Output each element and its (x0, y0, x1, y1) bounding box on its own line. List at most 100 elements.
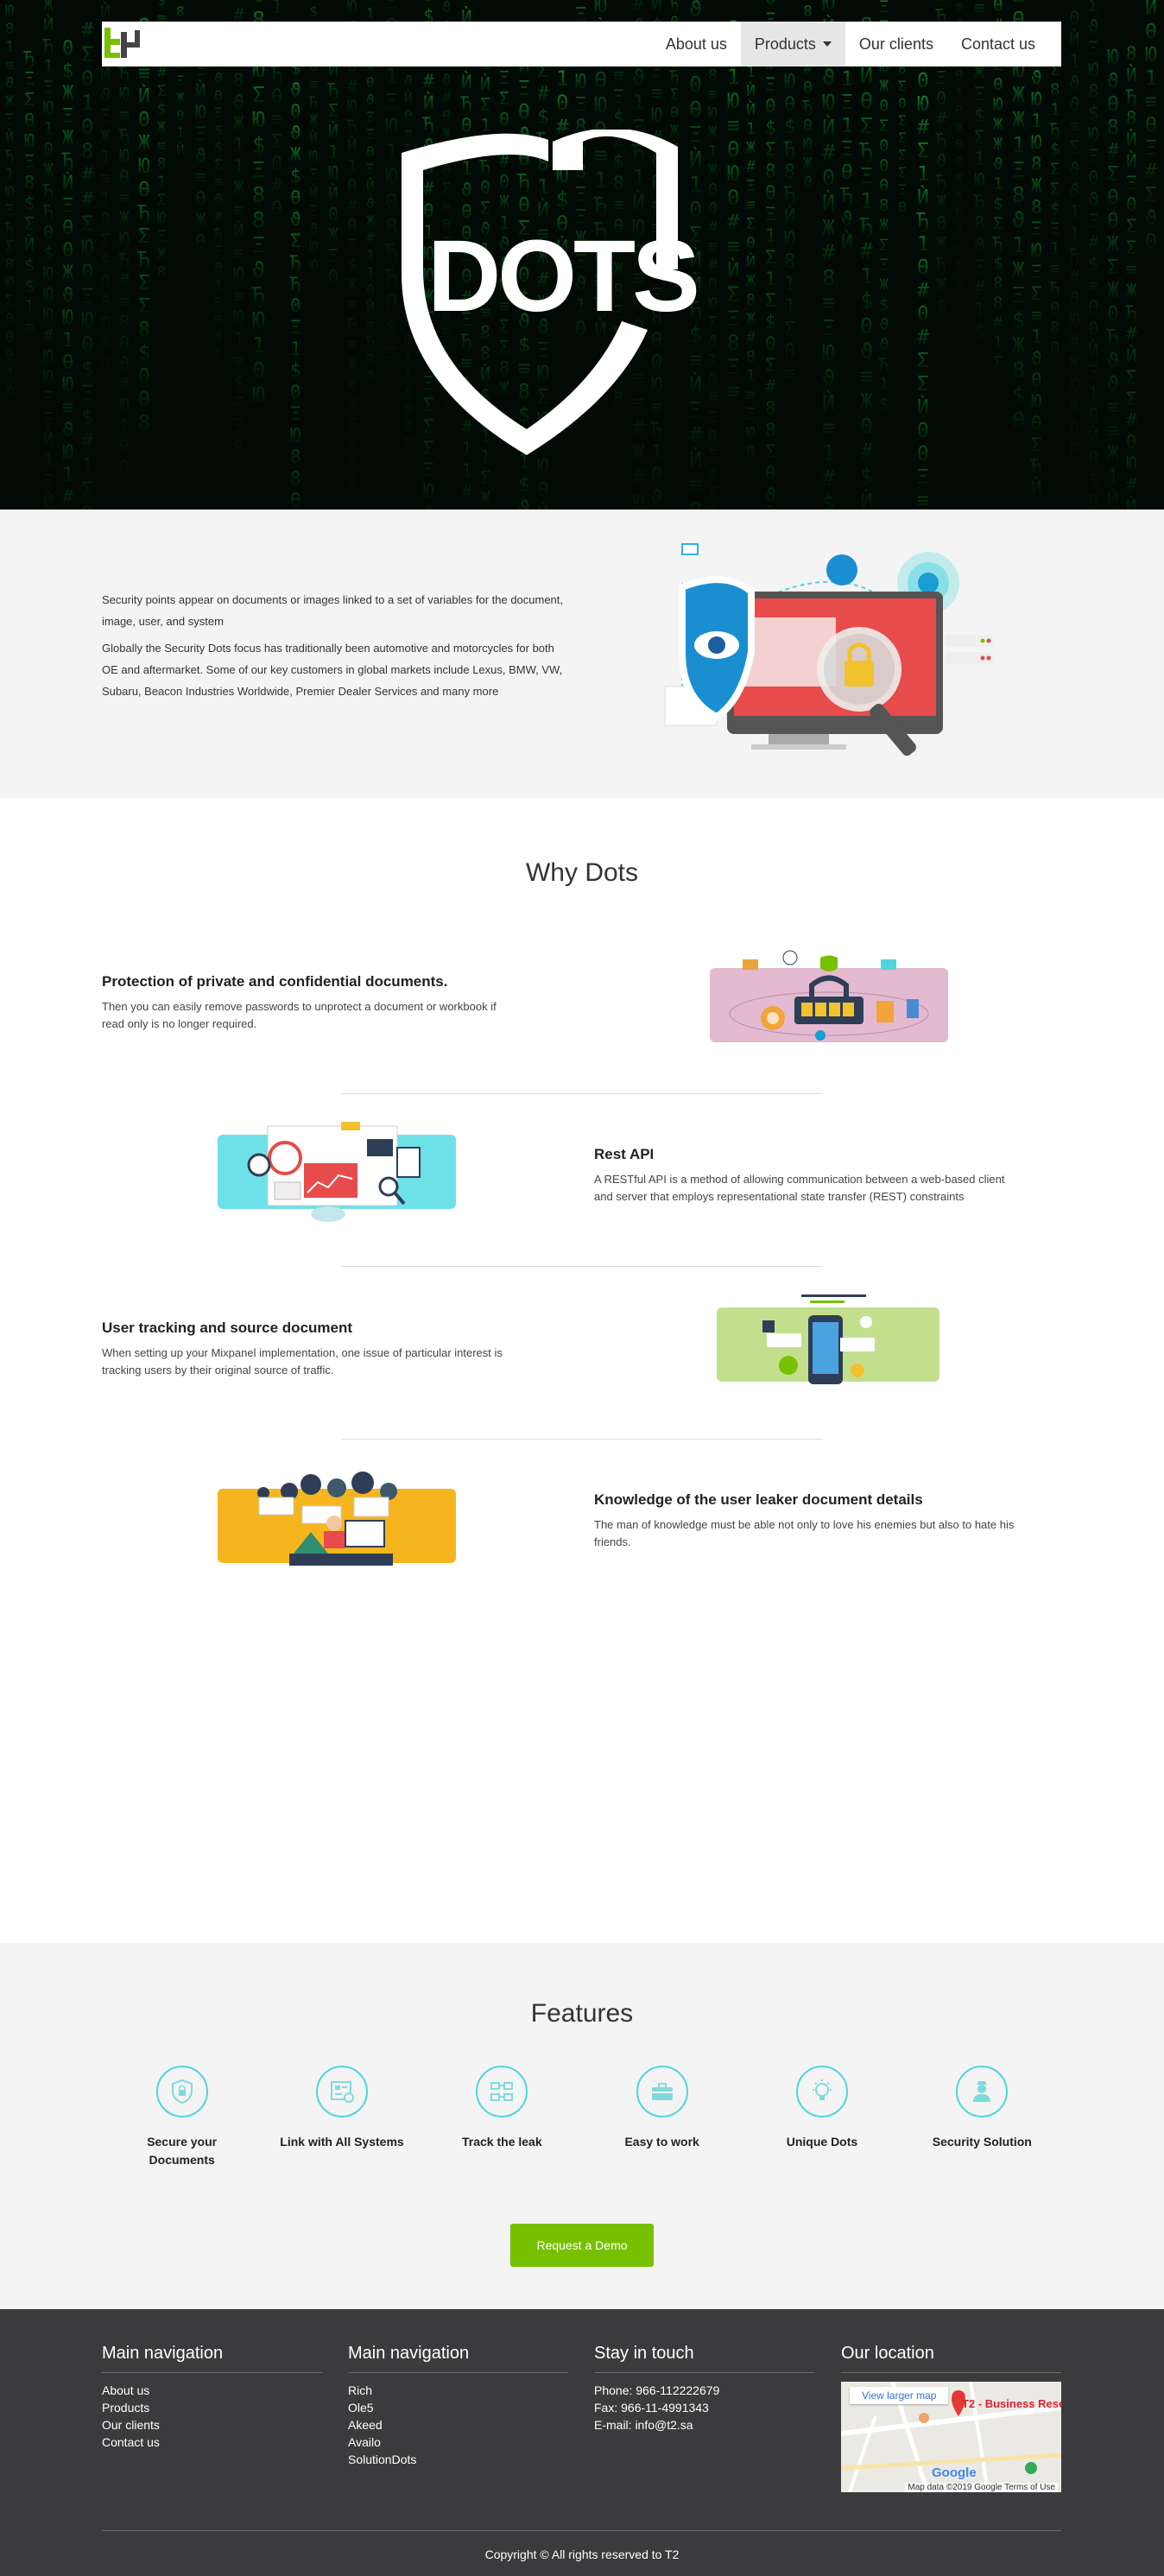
svg-text:$: $ (784, 117, 795, 138)
svg-text:$: $ (613, 108, 624, 129)
svg-text:ϑ: ϑ (1069, 73, 1080, 93)
svg-text:#: # (81, 18, 94, 42)
svg-text:Ɵ: Ɵ (993, 0, 1003, 15)
svg-text:Ж: Ж (366, 212, 375, 229)
svg-text:ϑ: ϑ (765, 484, 776, 505)
nav-our-clients[interactable]: Our clients (845, 22, 947, 66)
svg-text:Ж: Ж (1107, 233, 1119, 256)
footer-main-navigation: Main navigation About us Products Our cl… (102, 2344, 322, 2451)
location-map[interactable]: View larger map T2 - Business Rese and D… (841, 2382, 1061, 2492)
footer-email[interactable]: E-mail: info@t2.sa (594, 2416, 814, 2434)
footer-link-about-us[interactable]: About us (102, 2382, 322, 2399)
svg-text:0: 0 (917, 420, 929, 442)
nav-products-dropdown[interactable]: Products (740, 22, 845, 66)
svg-text:0: 0 (1107, 303, 1119, 326)
footer-link-solutiondots[interactable]: SolutionDots (348, 2451, 568, 2468)
svg-text:Ю: Ю (917, 93, 929, 116)
svg-text:$: $ (537, 106, 549, 129)
svg-text:$: $ (708, 465, 718, 484)
svg-text:Σ: Σ (898, 112, 907, 129)
svg-text:Σ: Σ (879, 117, 889, 136)
map-attribution[interactable]: Map data ©2019 Google Terms of Use (905, 2483, 1058, 2492)
lightbulb-icon (795, 2066, 848, 2117)
svg-text:Ɵ: Ɵ (670, 104, 679, 122)
svg-text:1: 1 (1069, 202, 1080, 223)
svg-text:1: 1 (81, 453, 93, 478)
footer-products-navigation: Main navigation Rich Ole5 Akeed Availo S… (348, 2344, 568, 2468)
svg-text:0: 0 (233, 437, 244, 458)
svg-text:1: 1 (81, 91, 93, 115)
svg-text:8: 8 (119, 457, 130, 478)
svg-text:≡: ≡ (233, 286, 244, 307)
svg-text:Ђ: Ђ (992, 234, 1003, 253)
footer-link-availo[interactable]: Availo (348, 2434, 568, 2451)
svg-text:Ξ: Ξ (24, 68, 35, 89)
footer-link-rich[interactable]: Rich (348, 2382, 568, 2399)
svg-text:#: # (1145, 161, 1157, 183)
request-demo-button[interactable]: Request a Demo (510, 2224, 654, 2267)
svg-text:≡: ≡ (1145, 91, 1157, 113)
svg-text:ϑ: ϑ (195, 145, 206, 166)
svg-text:Ђ: Ђ (973, 192, 985, 212)
svg-text:Σ: Σ (898, 130, 907, 146)
svg-text:Ɵ: Ɵ (879, 176, 889, 195)
svg-text:#: # (936, 109, 946, 130)
svg-text:8: 8 (252, 182, 265, 207)
svg-text:1: 1 (860, 263, 873, 288)
svg-text:ϑ: ϑ (1069, 94, 1080, 115)
svg-text:#: # (461, 482, 472, 503)
svg-text:$: $ (214, 139, 223, 155)
svg-text:ϑ: ϑ (404, 73, 413, 89)
svg-text:Ж: Ж (1012, 332, 1025, 358)
svg-text:Ξ: Ξ (1050, 219, 1060, 238)
svg-text:Ж: Ж (157, 119, 167, 136)
svg-text:8: 8 (974, 213, 985, 234)
svg-text:Ђ: Ђ (783, 184, 795, 206)
svg-text:0: 0 (917, 303, 929, 326)
svg-text:Σ: Σ (1050, 180, 1060, 199)
svg-text:0: 0 (62, 38, 73, 60)
svg-text:Ɵ: Ɵ (1145, 21, 1157, 43)
t2-logo[interactable] (102, 25, 143, 63)
svg-text:1: 1 (917, 233, 929, 256)
svg-text:Ж: Ж (233, 113, 244, 134)
svg-text:0: 0 (81, 260, 93, 284)
footer-link-ole5[interactable]: Ole5 (348, 2399, 568, 2416)
svg-text:≡: ≡ (689, 472, 702, 497)
footer-link-akeed[interactable]: Akeed (348, 2416, 568, 2434)
svg-text:Ξ: Ξ (936, 67, 946, 88)
svg-text:Σ: Σ (5, 238, 14, 256)
svg-text:#: # (347, 395, 357, 414)
svg-text:ϑ: ϑ (214, 191, 223, 207)
svg-text:1: 1 (1107, 466, 1119, 489)
footer-link-contact-us[interactable]: Contact us (102, 2434, 322, 2451)
svg-text:$: $ (974, 105, 985, 126)
nav-contact-us-label: Contact us (960, 35, 1035, 53)
svg-text:1: 1 (841, 68, 853, 91)
svg-text:Ѝ: Ѝ (404, 90, 413, 106)
view-larger-map-link[interactable]: View larger map (850, 2387, 949, 2404)
svg-text:0: 0 (1088, 319, 1099, 339)
svg-text:1: 1 (1088, 383, 1099, 404)
intro-paragraph-1: Security points appear on documents or i… (102, 593, 564, 628)
svg-text:Ђ: Ђ (118, 250, 130, 270)
footer-link-our-clients[interactable]: Our clients (102, 2416, 322, 2434)
svg-text:Ђ: Ђ (802, 98, 813, 116)
svg-text:$: $ (993, 194, 1003, 213)
svg-text:Ɵ: Ɵ (1031, 370, 1042, 390)
svg-text:Ж: Ж (1012, 257, 1025, 282)
svg-text:Σ: Σ (252, 82, 265, 107)
footer-link-products[interactable]: Products (102, 2399, 322, 2416)
svg-text:Σ: Σ (328, 100, 338, 121)
nav-contact-us[interactable]: Contact us (947, 22, 1061, 66)
svg-text:Ђ: Ђ (137, 202, 150, 225)
svg-text:ϑ: ϑ (290, 209, 301, 230)
svg-text:1: 1 (233, 156, 244, 177)
svg-text:Ξ: Ξ (290, 403, 301, 424)
svg-text:0: 0 (81, 115, 93, 139)
svg-text:Ξ: Ξ (879, 0, 889, 16)
svg-text:0: 0 (651, 465, 662, 486)
svg-text:Ѝ: Ѝ (195, 79, 206, 101)
svg-text:Ђ: Ђ (270, 64, 282, 85)
nav-about-us[interactable]: About us (652, 22, 741, 66)
